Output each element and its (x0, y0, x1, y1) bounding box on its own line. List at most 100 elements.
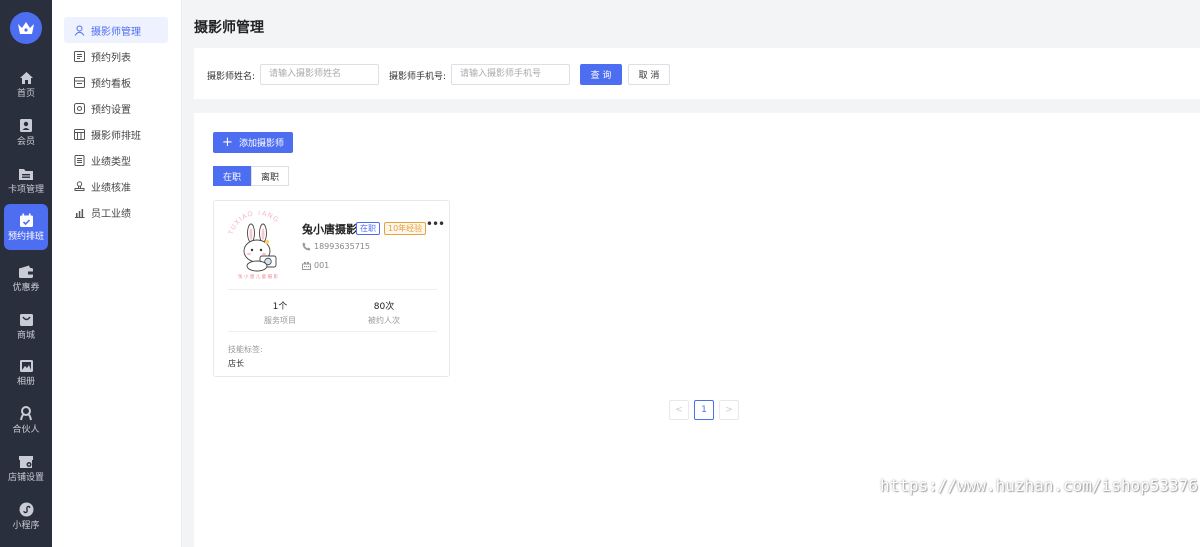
divider (228, 331, 437, 332)
status-tabs: 在职 离职 (213, 166, 290, 186)
store-settings-icon (18, 454, 34, 470)
service-label: 服务项目 (264, 316, 296, 325)
service-count: 1个 (272, 302, 288, 312)
settings-icon (74, 102, 85, 114)
main-nav-rail: 首页 会员 卡项管理 预约排班 优惠券 商城 相册 合伙人 店铺设置 小程序 (0, 0, 52, 547)
rail-item-cards[interactable]: 卡项管理 (4, 158, 48, 202)
name-search-input[interactable]: 请输入摄影师姓名 (260, 64, 379, 85)
rail-item-home[interactable]: 首页 (4, 62, 48, 106)
crown-icon (18, 22, 34, 34)
rail-item-label: 卡项管理 (7, 184, 44, 195)
home-icon (18, 70, 34, 86)
phone-icon (302, 242, 311, 251)
submenu-item-performance-approval[interactable]: 业绩核准 (64, 173, 168, 199)
avatar: TUXIAO TANG 兔 小 唐 儿 童 摄 影 (224, 209, 292, 283)
bar-chart-icon (74, 207, 85, 218)
phone-row: 18993635715 (302, 242, 370, 251)
submenu-item-label: 摄影师排班 (91, 130, 141, 142)
user-icon (74, 25, 85, 36)
rail-item-label: 相册 (16, 376, 35, 387)
rail-item-label: 小程序 (12, 520, 40, 531)
page-title: 摄影师管理 (194, 20, 264, 36)
partner-icon (18, 406, 34, 422)
service-stat: 1个 服务项目 (240, 299, 320, 326)
rail-item-label: 会员 (16, 136, 35, 147)
photographer-code: 001 (314, 261, 330, 270)
submenu-item-booking-board[interactable]: 预约看板 (64, 69, 168, 95)
submenu-item-label: 业绩类型 (91, 156, 131, 168)
submenu-item-photographers[interactable]: 摄影师管理 (64, 17, 168, 43)
rail-item-store-settings[interactable]: 店铺设置 (4, 446, 48, 490)
rail-item-album[interactable]: 相册 (4, 350, 48, 394)
add-photographer-button[interactable]: + 添加摄影师 (213, 132, 293, 153)
rail-item-partner[interactable]: 合伙人 (4, 398, 48, 442)
member-icon (18, 118, 34, 134)
submenu-panel: 摄影师管理 预约列表 预约看板 预约设置 摄影师排班 业绩类型 业绩核准 员工业… (52, 0, 182, 547)
rail-item-member[interactable]: 会员 (4, 110, 48, 154)
booked-stat: 80次 被约人次 (344, 299, 424, 326)
submenu-item-booking-settings[interactable]: 预约设置 (64, 95, 168, 121)
wallet-icon (18, 264, 34, 280)
tab-active[interactable]: 在职 (213, 166, 252, 186)
phone-number: 18993635715 (314, 242, 370, 251)
rail-item-label: 优惠券 (12, 282, 40, 293)
rail-item-coupons[interactable]: 优惠券 (4, 256, 48, 300)
shop-icon (18, 312, 34, 328)
more-options-icon[interactable]: ••• (426, 215, 445, 233)
photographer-card[interactable]: TUXIAO TANG 兔 小 唐 儿 童 摄 影 兔小唐摄影 在职 10年经验… (213, 200, 450, 377)
submenu-item-label: 业绩核准 (91, 182, 131, 194)
rail-item-label: 店铺设置 (7, 472, 44, 483)
page-number-current[interactable]: 1 (694, 400, 714, 420)
rail-item-label: 预约排班 (7, 231, 44, 242)
skill-tags-label: 技能标签: (228, 345, 263, 354)
miniapp-icon (18, 502, 34, 518)
name-filter-label: 摄影师姓名: (207, 72, 256, 82)
cancel-button[interactable]: 取 消 (628, 64, 670, 85)
submenu-item-schedule[interactable]: 摄影师排班 (64, 121, 168, 147)
submenu-item-label: 预约设置 (91, 104, 131, 116)
rail-item-miniapp[interactable]: 小程序 (4, 494, 48, 538)
booked-label: 被约人次 (368, 316, 400, 325)
divider (228, 289, 437, 290)
building-icon (302, 262, 311, 270)
document-icon (74, 154, 85, 166)
pagination: < 1 > (669, 400, 739, 420)
code-row: 001 (302, 261, 329, 270)
svg-text:兔 小 唐 儿 童 摄 影: 兔 小 唐 儿 童 摄 影 (238, 273, 279, 280)
phone-search-input[interactable]: 请输入摄影师手机号 (451, 64, 570, 85)
app-logo[interactable] (10, 12, 42, 44)
next-page-button[interactable]: > (719, 400, 739, 420)
submenu-item-staff-performance[interactable]: 员工业绩 (64, 199, 168, 225)
stamp-icon (74, 180, 85, 192)
list-icon (74, 50, 85, 62)
submenu-item-label: 预约列表 (91, 52, 131, 64)
submenu-item-performance-types[interactable]: 业绩类型 (64, 147, 168, 173)
plus-icon: + (222, 135, 233, 150)
folder-icon (18, 166, 34, 182)
skill-tag-value: 店长 (228, 359, 244, 368)
prev-page-button[interactable]: < (669, 400, 689, 420)
album-icon (18, 358, 34, 374)
submenu-item-label: 员工业绩 (91, 208, 131, 220)
schedule-icon (74, 128, 85, 140)
filter-bar: 摄影师姓名: 请输入摄影师姓名 摄影师手机号: 请输入摄影师手机号 查 询 取 … (194, 48, 1200, 99)
add-photographer-label: 添加摄影师 (238, 139, 284, 149)
rail-item-mall[interactable]: 商城 (4, 304, 48, 348)
watermark: https://www.huzhan.com/ishop53376 (880, 476, 1198, 495)
board-icon (74, 76, 85, 88)
submenu-item-label: 预约看板 (91, 78, 131, 90)
bunny-camera-logo: TUXIAO TANG 兔 小 唐 儿 童 摄 影 (227, 209, 280, 280)
submenu-item-label: 摄影师管理 (91, 26, 141, 38)
rail-item-label: 首页 (16, 88, 35, 99)
rail-item-label: 商城 (16, 330, 35, 341)
query-button[interactable]: 查 询 (580, 64, 622, 85)
status-badge: 在职 (356, 222, 380, 235)
photographer-name: 兔小唐摄影 (302, 223, 357, 236)
calendar-icon (18, 213, 34, 229)
booked-count: 80次 (373, 302, 395, 312)
submenu-item-booking-list[interactable]: 预约列表 (64, 43, 168, 69)
rail-item-booking[interactable]: 预约排班 (4, 204, 48, 250)
experience-badge: 10年经验 (384, 222, 427, 235)
rail-item-label: 合伙人 (12, 424, 40, 435)
tab-resigned[interactable]: 离职 (251, 166, 290, 186)
